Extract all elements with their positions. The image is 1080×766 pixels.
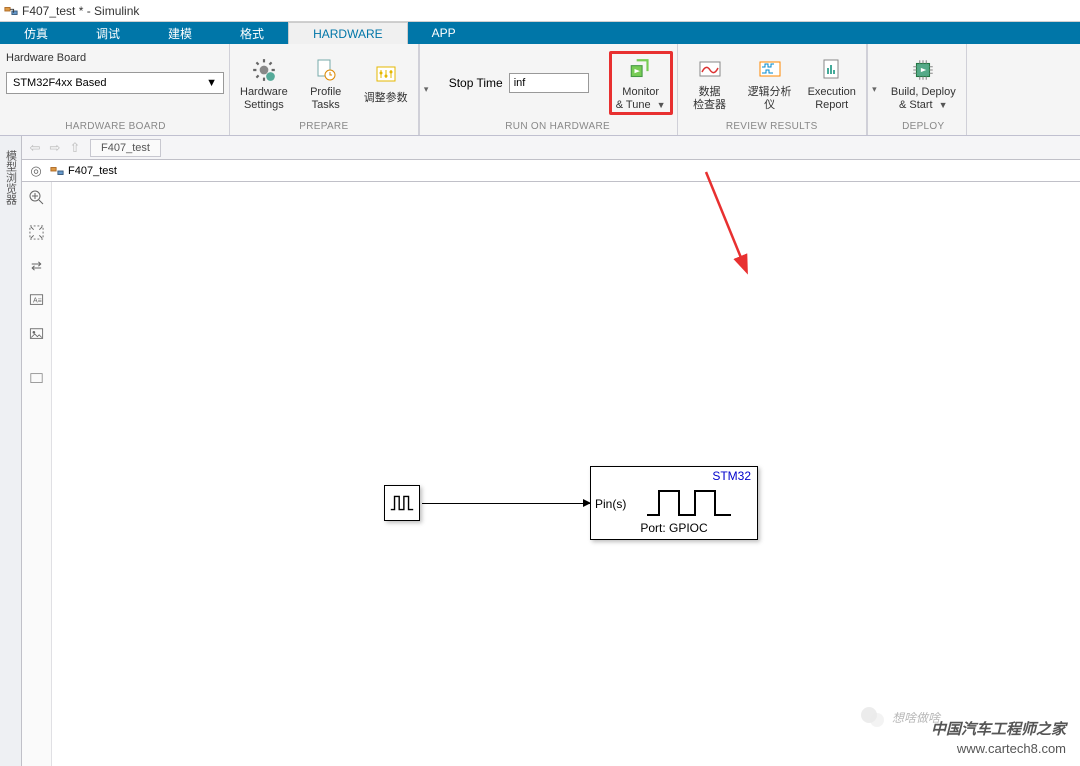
rectangle-icon[interactable] (27, 368, 47, 388)
ribbon: Hardware Board STM32F4xx Based ▼ HARDWAR… (0, 44, 1080, 136)
image-icon[interactable] (27, 324, 47, 344)
annotation-icon[interactable]: A≡ (27, 290, 47, 310)
data-inspector-button[interactable]: 数据 检查器 (682, 52, 738, 114)
model-tree-root[interactable]: F407_test (68, 165, 117, 177)
tune-parameters-button[interactable]: 调整参数 (358, 58, 414, 107)
hardware-board-select[interactable]: STM32F4xx Based ▼ (6, 72, 224, 94)
tab-format[interactable]: 格式 (216, 22, 288, 44)
monitor-tune-button[interactable]: Monitor & Tune ▼ (609, 51, 673, 115)
hardware-settings-button[interactable]: Hardware Settings (234, 52, 294, 114)
group-prepare: Hardware Settings Profile Tasks 调整参数 PRE… (230, 44, 419, 135)
model-browser-label: 模型浏览器 (3, 150, 19, 205)
play-tune-icon (627, 56, 655, 84)
group-deploy: Build, Deploy & Start ▼ DEPLOY (881, 44, 967, 135)
swap-icon[interactable]: ⇄ (27, 256, 47, 276)
simulink-model-icon (50, 164, 64, 178)
window-title: F407_test * - Simulink (22, 4, 139, 18)
nav-back-icon[interactable]: ⇦ (26, 139, 44, 157)
logic-analyzer-button[interactable]: 逻辑分析 仪 (742, 52, 798, 114)
model-browser-tab[interactable]: 模型浏览器 (0, 136, 22, 766)
chevron-down-icon: ▼ (657, 100, 666, 110)
fit-view-icon[interactable] (27, 222, 47, 242)
sliders-icon (372, 62, 400, 90)
stop-time-label: Stop Time (449, 76, 503, 90)
hardware-board-label: Hardware Board (6, 52, 86, 64)
pulse-generator-block[interactable] (384, 485, 420, 521)
group-label-deploy: DEPLOY (885, 119, 962, 135)
zoom-in-icon[interactable] (27, 188, 47, 208)
block-port-label: Port: GPIOC (591, 521, 757, 535)
group-hardware-board: Hardware Board STM32F4xx Based ▼ HARDWAR… (0, 44, 230, 135)
model-tree-header: ◎ F407_test (22, 160, 1080, 182)
review-dropdown[interactable]: ▾ (867, 44, 881, 135)
tab-modeling[interactable]: 建模 (144, 22, 216, 44)
stop-time-row: Stop Time (449, 73, 589, 93)
tab-app[interactable]: APP (408, 22, 480, 44)
tab-hardware[interactable]: HARDWARE (288, 22, 408, 44)
target-icon[interactable]: ◎ (26, 161, 46, 181)
block-title: STM32 (712, 469, 751, 483)
watermark-url: www.cartech8.com (931, 741, 1066, 756)
chevron-down-icon: ▼ (206, 77, 217, 89)
stop-time-input[interactable] (509, 73, 589, 93)
nav-forward-icon[interactable]: ⇨ (46, 139, 64, 157)
canvas[interactable]: STM32 Pin(s) Port: GPIOC 想啥做啥 (52, 182, 1080, 766)
group-label-hwboard: HARDWARE BOARD (6, 119, 225, 135)
annotation-arrow-icon (680, 162, 780, 322)
stm32-gpio-block[interactable]: STM32 Pin(s) Port: GPIOC (590, 466, 758, 540)
group-label-run: RUN ON HARDWARE (443, 119, 673, 135)
group-review-results: 数据 检查器 逻辑分析 仪 Execution Report REVIEW RE… (678, 44, 867, 135)
block-pins-label: Pin(s) (595, 497, 626, 511)
digital-wave-icon (645, 485, 735, 521)
logic-analyzer-icon (756, 56, 784, 84)
svg-text:A≡: A≡ (33, 298, 42, 305)
nav-up-icon[interactable]: ⇧ (66, 139, 84, 157)
wechat-watermark: 想啥做啥 (860, 706, 940, 728)
simulink-app-icon (4, 4, 18, 18)
scope-icon (696, 56, 724, 84)
chevron-down-icon: ▼ (939, 100, 948, 110)
group-run-on-hardware: Stop Time Monitor & Tune ▼ RUN ON HARDWA… (433, 44, 678, 135)
breadcrumb-bar: ⇦ ⇨ ⇧ F407_test (22, 136, 1080, 160)
document-clock-icon (312, 56, 340, 84)
watermark-zh: 中国汽车工程师之家 (931, 718, 1066, 739)
prepare-dropdown[interactable]: ▾ (419, 44, 433, 135)
hardware-board-value: STM32F4xx Based (13, 77, 107, 89)
pulse-wave-icon (388, 489, 416, 517)
breadcrumb-model[interactable]: F407_test (90, 139, 161, 157)
menu-tabstrip: 仿真 调试 建模 格式 HARDWARE APP (0, 22, 1080, 44)
signal-wire[interactable] (422, 503, 590, 504)
build-deploy-start-button[interactable]: Build, Deploy & Start ▼ (885, 52, 962, 114)
group-label-review: REVIEW RESULTS (682, 119, 862, 135)
tab-simulation[interactable]: 仿真 (0, 22, 72, 44)
gear-icon (250, 56, 278, 84)
group-label-prepare: PREPARE (234, 119, 414, 135)
chip-deploy-icon (909, 56, 937, 84)
nav-arrows: ⇦ ⇨ ⇧ (26, 139, 84, 157)
workspace: 模型浏览器 ⇦ ⇨ ⇧ F407_test ◎ F407_test (0, 136, 1080, 766)
watermark: 中国汽车工程师之家 www.cartech8.com (931, 718, 1066, 756)
report-icon (818, 56, 846, 84)
profile-tasks-button[interactable]: Profile Tasks (298, 52, 354, 114)
canvas-toolbar: ⇄ A≡ (22, 182, 52, 766)
canvas-body: ⇄ A≡ (22, 182, 1080, 766)
titlebar: F407_test * - Simulink (0, 0, 1080, 22)
tab-debug[interactable]: 调试 (72, 22, 144, 44)
execution-report-button[interactable]: Execution Report (802, 52, 862, 114)
canvas-area: ⇦ ⇨ ⇧ F407_test ◎ F407_test ⇄ (22, 136, 1080, 766)
